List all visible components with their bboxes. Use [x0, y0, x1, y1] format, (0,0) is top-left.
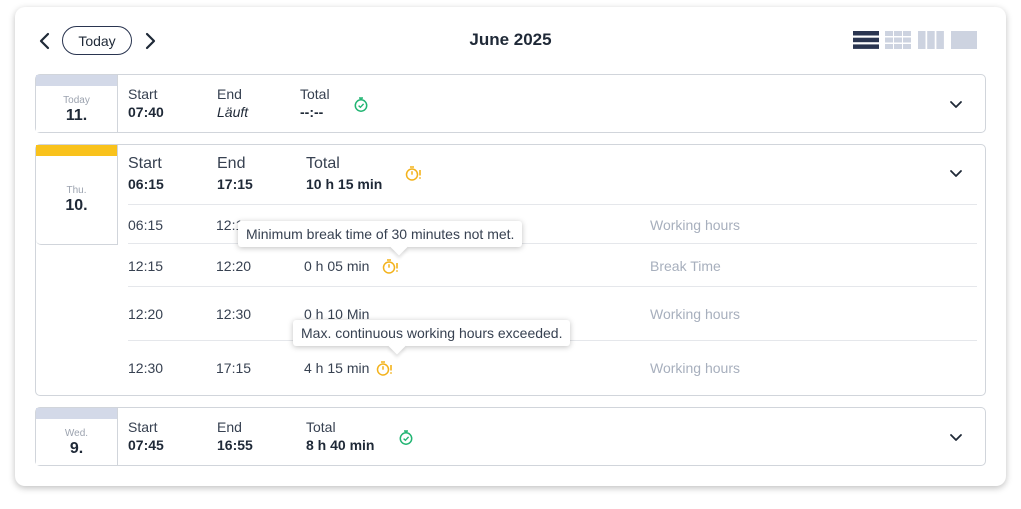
entry-start: 12:15 — [128, 258, 164, 274]
entry-type: Working hours — [650, 306, 741, 322]
time-entry-row[interactable]: 12:30 17:15 4 h 15 min Working hours — [128, 340, 977, 395]
month-grid-icon — [885, 31, 911, 49]
end-label: End — [217, 86, 242, 102]
end-column: End Läuft — [217, 86, 248, 120]
working-hours-warning-tooltip: Max. continuous working hours exceeded. — [293, 320, 571, 346]
day-block-icon — [951, 31, 977, 49]
day-number: 9. — [69, 440, 84, 457]
date-band — [36, 75, 117, 86]
entry-type: Working hours — [650, 217, 741, 233]
end-label: End — [217, 419, 242, 435]
break-warning-tooltip: Minimum break time of 30 minutes not met… — [238, 221, 523, 247]
day-of-week: Wed. — [64, 428, 89, 439]
calendar-card: Today June 2025 Today 11. Start 07:40 En… — [15, 7, 1006, 486]
entry-end: 12:30 — [216, 306, 252, 322]
start-column: Start 06:15 — [128, 155, 164, 192]
total-value: 8 h 40 min — [306, 437, 375, 453]
start-label: Start — [128, 86, 158, 102]
collapse-button[interactable] — [949, 166, 963, 180]
start-value: 07:45 — [128, 437, 164, 453]
day-row-today[interactable]: Today 11. Start 07:40 End Läuft Total --… — [35, 74, 986, 133]
date-band — [36, 408, 117, 419]
start-value: 07:40 — [128, 104, 164, 120]
expand-button[interactable] — [949, 430, 963, 444]
expand-button[interactable] — [949, 97, 963, 111]
end-value: Läuft — [217, 104, 249, 120]
end-column: End 16:55 — [217, 419, 253, 453]
total-label: Total — [300, 86, 330, 102]
entry-end: 17:15 — [216, 360, 252, 376]
timer-warning-icon — [405, 165, 422, 182]
view-list-button[interactable] — [853, 31, 879, 49]
time-entry-row[interactable]: 12:15 12:20 0 h 05 min Break Time — [128, 243, 977, 286]
total-label: Total — [306, 419, 336, 435]
day-number: 10. — [65, 197, 88, 214]
end-value: 17:15 — [217, 176, 253, 192]
start-label: Start — [128, 419, 158, 435]
date-tab: Today 11. — [36, 75, 118, 132]
day-number: 11. — [65, 107, 88, 124]
view-week-button[interactable] — [918, 31, 944, 49]
total-label: Total — [306, 155, 340, 172]
week-columns-icon — [918, 31, 944, 49]
chevron-down-icon — [950, 170, 962, 177]
total-value: 10 h 15 min — [306, 176, 383, 192]
end-value: 16:55 — [217, 437, 253, 453]
timer-ok-icon — [398, 429, 415, 446]
entry-start: 06:15 — [128, 217, 164, 233]
total-column: Total 8 h 40 min — [306, 419, 374, 453]
day-row-wednesday[interactable]: Wed. 9. Start 07:45 End 16:55 Total 8 h … — [35, 407, 986, 466]
timer-warning-icon — [382, 258, 399, 275]
chevron-down-icon — [950, 101, 962, 108]
entry-start: 12:30 — [128, 360, 164, 376]
day-row-thursday[interactable]: Thu. 10. Start 06:15 End 17:15 Total 10 … — [35, 144, 986, 396]
entry-duration: 4 h 15 min — [304, 360, 370, 376]
date-band — [36, 145, 117, 156]
calendar-header: Today June 2025 — [15, 7, 1006, 73]
timer-ok-icon — [353, 96, 370, 113]
total-value: --:-- — [300, 104, 324, 120]
list-view-icon — [853, 31, 879, 49]
start-column: Start 07:45 — [128, 419, 164, 453]
chevron-down-icon — [950, 434, 962, 441]
end-column: End 17:15 — [217, 155, 253, 192]
date-tab: Thu. 10. — [36, 145, 118, 245]
start-label: Start — [128, 155, 162, 172]
entry-start: 12:20 — [128, 306, 164, 322]
entry-end: 12:20 — [216, 258, 252, 274]
start-column: Start 07:40 — [128, 86, 164, 120]
total-column: Total 10 h 15 min — [306, 155, 382, 192]
end-label: End — [217, 155, 246, 172]
view-day-button[interactable] — [951, 31, 977, 49]
entry-type: Working hours — [650, 360, 741, 376]
day-of-week: Thu. — [66, 185, 87, 196]
total-column: Total --:-- — [300, 86, 330, 120]
day-of-week: Today — [63, 95, 90, 106]
view-month-button[interactable] — [885, 31, 911, 49]
start-value: 06:15 — [128, 176, 164, 192]
entry-type: Break Time — [650, 258, 721, 274]
timer-warning-icon — [376, 360, 393, 377]
date-tab: Wed. 9. — [36, 408, 118, 465]
entry-duration: 0 h 05 min — [304, 258, 370, 274]
